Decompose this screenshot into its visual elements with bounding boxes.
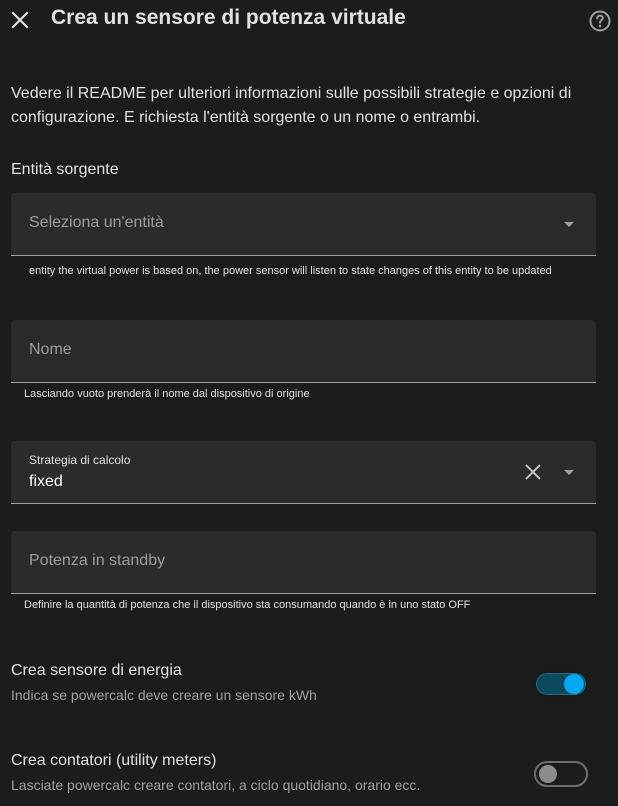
energy-sensor-description: Indica se powercalc deve creare un senso… — [11, 687, 317, 703]
strategy-value: fixed — [29, 473, 63, 490]
utility-meters-toggle[interactable] — [534, 761, 588, 787]
strategy-select[interactable]: Strategia di calcolo fixed — [11, 441, 596, 504]
standby-power-helper: Definire la quantità di potenza che il d… — [24, 599, 471, 611]
utility-meters-title: Crea contatori (utility meters) — [11, 752, 217, 769]
name-placeholder: Nome — [29, 341, 72, 358]
source-entity-select[interactable]: Seleziona un'entità — [11, 193, 596, 256]
chevron-down-icon[interactable] — [564, 222, 574, 227]
help-circle-icon — [589, 10, 611, 32]
utility-meters-description: Lasciate powercalc creare contatori, a c… — [11, 777, 421, 793]
standby-power-placeholder: Potenza in standby — [29, 552, 166, 569]
name-helper: Lasciando vuoto prenderà il nome dal dis… — [24, 388, 310, 400]
toggle-thumb — [564, 674, 584, 694]
toggle-thumb — [539, 765, 557, 783]
dialog-title: Crea un sensore di potenza virtuale — [51, 6, 406, 29]
chevron-down-icon[interactable] — [564, 470, 574, 475]
source-entity-label: Entità sorgente — [11, 161, 119, 178]
energy-sensor-toggle[interactable] — [534, 671, 588, 697]
standby-power-field[interactable]: Potenza in standby — [11, 531, 596, 594]
source-entity-placeholder: Seleziona un'entità — [29, 214, 164, 231]
energy-sensor-title: Crea sensore di energia — [11, 662, 182, 679]
close-button[interactable] — [8, 8, 32, 32]
name-field[interactable]: Nome — [11, 320, 596, 383]
source-entity-helper: entity the virtual power is based on, th… — [29, 265, 552, 277]
help-button[interactable] — [588, 9, 612, 33]
intro-text: Vedere il README per ulteriori informazi… — [11, 85, 572, 126]
powercalc-dialog: Crea un sensore di potenza virtuale Vede… — [0, 0, 618, 806]
strategy-label: Strategia di calcolo — [29, 453, 131, 467]
clear-icon[interactable] — [523, 462, 543, 482]
close-icon — [11, 11, 29, 29]
